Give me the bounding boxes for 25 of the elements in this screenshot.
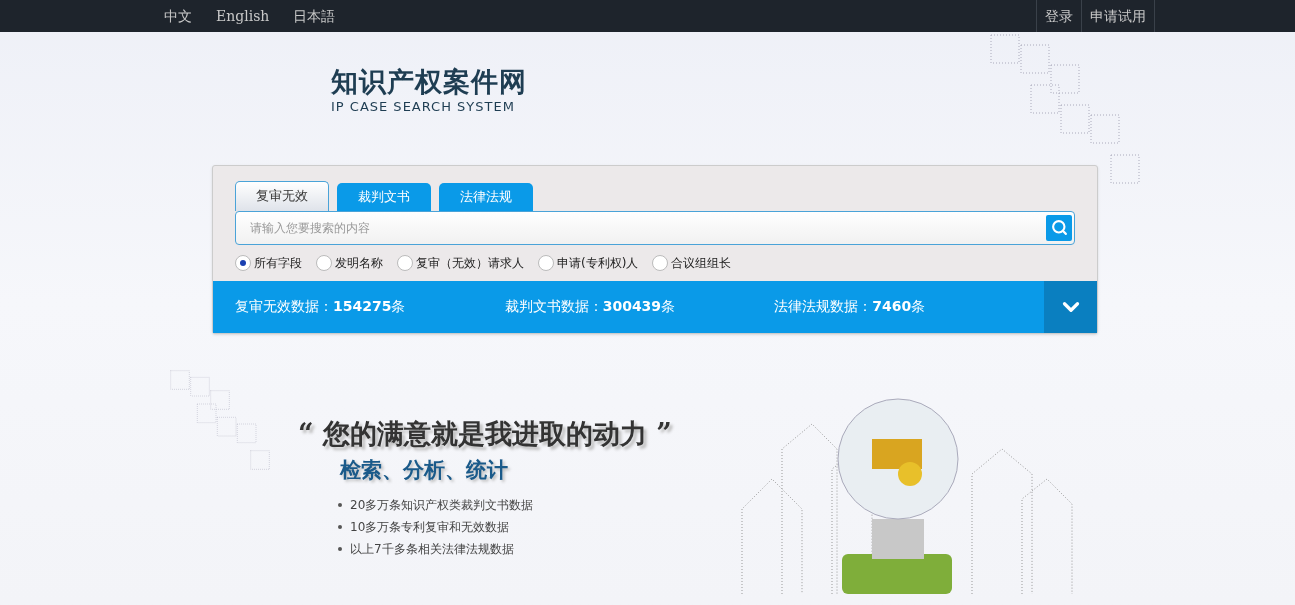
stat-text: 裁判文书数据：300439条 [504, 297, 677, 316]
field-radio[interactable]: 申请(专利权)人 [538, 253, 639, 272]
logo-title: 知识产权案件网 [331, 68, 528, 95]
search-icon [1050, 219, 1068, 236]
language-link[interactable]: English [212, 5, 274, 27]
feature-text: 以上7千多条相关法律法规数据 [350, 540, 514, 558]
language-link[interactable]: 中文 [160, 5, 196, 27]
feature-text: 20多万条知识产权类裁判文书数据 [350, 496, 534, 514]
search-button[interactable] [1046, 214, 1072, 241]
expand-button[interactable] [1044, 280, 1097, 333]
field-radio[interactable]: 发明名称 [316, 253, 383, 272]
top-bar-link[interactable]: 申请试用 [1082, 0, 1155, 32]
stat-text: 法律法规数据：7460条 [774, 297, 927, 316]
language-link[interactable]: 日本語 [289, 5, 340, 27]
slogan: “ 您的满意就是我进取的动力 ” [298, 416, 672, 451]
logo-subtitle: IP CASE SEARCH SYSTEM [331, 98, 516, 116]
search-field[interactable]: 请输入您要搜索的内容 [235, 210, 1075, 245]
field-radio[interactable]: 所有字段 [235, 253, 302, 272]
stat-text: 复审无效数据：154275条 [235, 297, 407, 316]
field-radio[interactable]: 合议组组长 [652, 253, 732, 272]
feature-text: 10多万条专利复审和无效数据 [350, 518, 510, 536]
slogan-subtitle: 检索、分析、统计 [340, 456, 509, 484]
field-radio[interactable]: 复审（无效）请求人 [397, 253, 524, 272]
top-bar-link[interactable]: 登录 [1037, 0, 1082, 32]
search-tab[interactable]: 复审无效 [235, 180, 329, 211]
